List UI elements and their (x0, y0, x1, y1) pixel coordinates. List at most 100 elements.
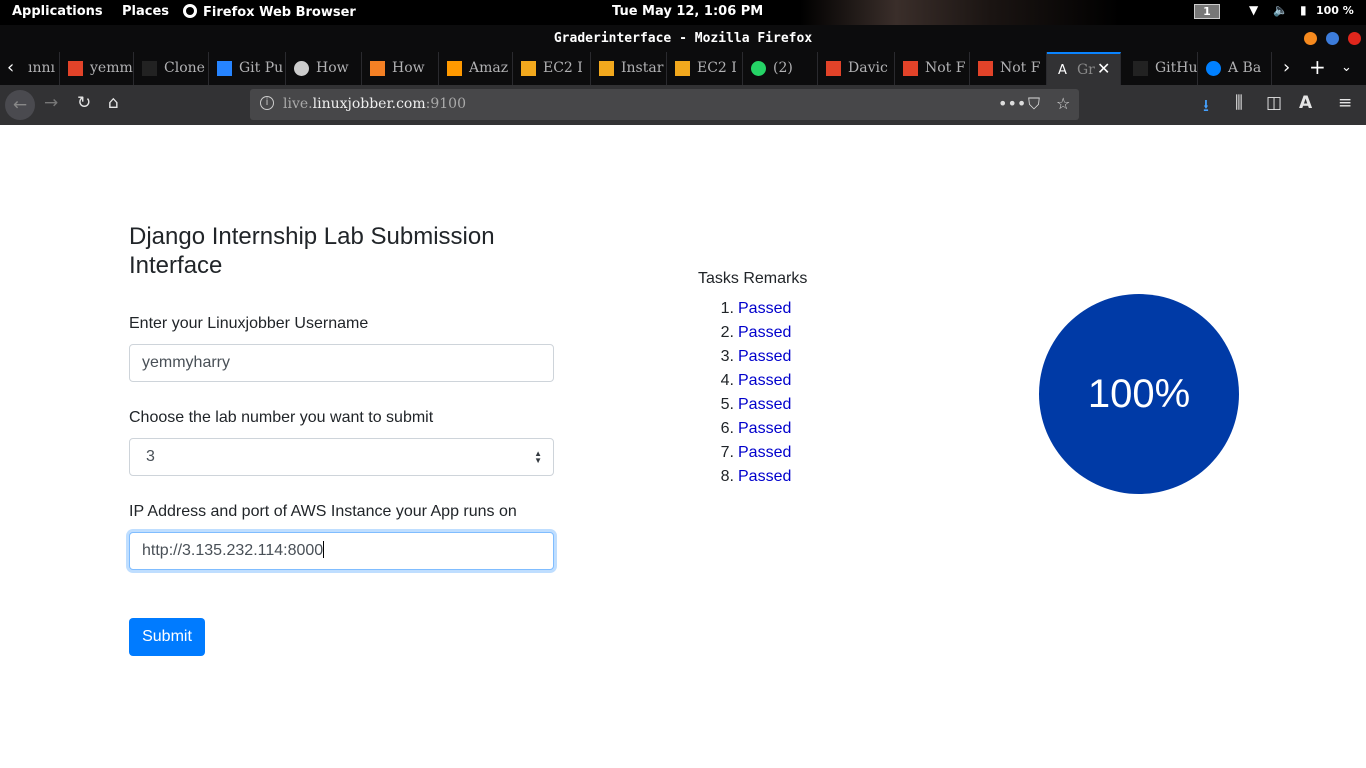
url-bar[interactable]: i live.linuxjobber.com:9100 ••• ⛉ ☆ (250, 89, 1079, 120)
page-title: Django Internship Lab Submission Interfa… (129, 223, 495, 279)
remark-item: 2. Passed (698, 322, 792, 346)
tab-label: How (316, 60, 349, 76)
aws-icon (447, 61, 462, 76)
url-text[interactable]: live.linuxjobber.com:9100 (283, 96, 466, 112)
grader-icon: A (1058, 63, 1067, 78)
browser-tab[interactable]: yemm (60, 52, 134, 85)
maximize-button[interactable] (1326, 32, 1339, 45)
remark-status-link[interactable]: Passed (738, 420, 791, 437)
browser-tab[interactable]: How (362, 52, 439, 85)
browser-tab[interactable]: Not F (895, 52, 970, 85)
remark-status-link[interactable]: Passed (738, 372, 791, 389)
clock[interactable]: Tue May 12, 1:06 PM (612, 4, 763, 19)
remark-status-link[interactable]: Passed (738, 444, 791, 461)
active-app-label: Firefox Web Browser (203, 5, 356, 20)
active-app-menu[interactable]: Firefox Web Browser (183, 4, 356, 20)
volume-icon[interactable]: 🔈 (1273, 3, 1288, 17)
github-icon (142, 61, 157, 76)
tab-label: EC2 I (697, 60, 737, 76)
pocket-icon[interactable]: ⛉ (1028, 94, 1040, 114)
remark-status-link[interactable]: Passed (738, 396, 791, 413)
bookmark-star-icon[interactable]: ☆ (1056, 94, 1070, 113)
stackoverflow-icon (370, 61, 385, 76)
ip-address-label: IP Address and port of AWS Instance your… (129, 503, 517, 520)
places-menu[interactable]: Places (122, 4, 169, 19)
username-label: Enter your Linuxjobber Username (129, 315, 369, 332)
tab-label: Not F (1000, 60, 1041, 76)
wifi-icon[interactable]: ▼ (1249, 3, 1258, 17)
browser-tab[interactable]: A Ba (1198, 52, 1272, 85)
browser-tab[interactable]: Not F (970, 52, 1047, 85)
window-title: Graderinterface - Mozilla Firefox (553, 31, 813, 46)
sidebar-icon[interactable]: ◫ (1266, 93, 1282, 113)
home-icon[interactable]: ⌂ (108, 93, 119, 113)
gitlab-icon (68, 61, 83, 76)
remark-status-link[interactable]: Passed (738, 300, 791, 317)
tab-label: EC2 I (543, 60, 583, 76)
url-port: :9100 (425, 96, 466, 112)
minimize-button[interactable] (1304, 32, 1317, 45)
browser-tab[interactable]: GitHu (1125, 52, 1198, 85)
remark-number: 1. (720, 300, 734, 317)
loading-icon (294, 61, 309, 76)
remark-number: 4. (720, 372, 734, 389)
tab-label: Git Pu (239, 60, 284, 76)
close-tab-icon[interactable]: ✕ (1097, 59, 1110, 78)
url-host: live. (283, 96, 313, 112)
page-actions-icon[interactable]: ••• (998, 94, 1026, 113)
browser-tab[interactable]: Amaz (439, 52, 513, 85)
browser-tab[interactable]: Git Pu (209, 52, 286, 85)
tab-label: A Ba (1228, 60, 1262, 76)
browser-tab[interactable]: How (286, 52, 362, 85)
remark-number: 7. (720, 444, 734, 461)
reload-icon[interactable]: ↻ (77, 93, 91, 113)
remark-item: 6. Passed (698, 418, 792, 442)
site-info-icon[interactable]: i (260, 96, 274, 110)
remark-status-link[interactable]: Passed (738, 348, 791, 365)
extension-a-icon[interactable]: A (1299, 93, 1312, 113)
atlassian-icon (217, 61, 232, 76)
tab-label: Davic (848, 60, 888, 76)
downloads-icon[interactable]: ⭳ (1203, 93, 1209, 122)
browser-tab[interactable]: Clone (134, 52, 209, 85)
remark-item: 8. Passed (698, 466, 792, 490)
tab-label: (2) (773, 60, 793, 76)
wallpaper-strip (800, 0, 1120, 25)
scroll-tabs-left-icon[interactable]: ‹ (7, 57, 14, 78)
browser-tab[interactable]: ınnı (22, 52, 60, 85)
lab-number-label: Choose the lab number you want to submit (129, 409, 434, 426)
browser-tab[interactable]: EC2 I (667, 52, 743, 85)
tab-label: ınnı (28, 60, 55, 76)
tab-label: Not F (925, 60, 966, 76)
remark-status-link[interactable]: Passed (738, 468, 791, 485)
tab-label: Amaz (469, 60, 509, 76)
tab-label: yemm (90, 60, 133, 76)
remark-status-link[interactable]: Passed (738, 324, 791, 341)
username-input[interactable]: yemmyharry (129, 344, 554, 382)
forward-arrow-icon[interactable]: → (44, 93, 58, 113)
url-domain: linuxjobber.com (312, 96, 426, 112)
hamburger-menu-icon[interactable]: ≡ (1338, 93, 1352, 113)
tab-list-chevron-down-icon[interactable]: ⌄ (1341, 60, 1352, 75)
browser-tab[interactable]: (2) (743, 52, 818, 85)
browser-tab[interactable]: EC2 I (513, 52, 591, 85)
close-window-button[interactable] (1348, 32, 1361, 45)
browser-tab[interactable]: Davic (818, 52, 895, 85)
submit-button[interactable]: Submit (129, 618, 205, 656)
remark-number: 8. (720, 468, 734, 485)
new-tab-icon[interactable]: + (1309, 55, 1326, 79)
tasks-remarks-list: 1. Passed 2. Passed 3. Passed 4. Passed 5. Passed… (698, 298, 792, 490)
library-icon[interactable]: ⫼ (1235, 93, 1243, 113)
battery-icon[interactable]: ▮ (1300, 3, 1307, 17)
system-top-bar: Applications Places Firefox Web Browser … (0, 0, 1366, 25)
workspace-indicator[interactable]: 1 (1194, 4, 1220, 19)
battery-percent: 100 % (1316, 4, 1354, 17)
remark-number: 5. (720, 396, 734, 413)
back-arrow-icon[interactable]: ← (5, 90, 35, 120)
lab-number-select[interactable]: 3 ▲ ▼ (129, 438, 554, 476)
browser-tab[interactable]: Instar (591, 52, 667, 85)
ip-address-value: http://3.135.232.114:8000 (142, 542, 324, 559)
scroll-tabs-right-icon[interactable]: › (1283, 57, 1290, 78)
ip-address-input[interactable]: http://3.135.232.114:8000 (129, 532, 554, 570)
applications-menu[interactable]: Applications (12, 4, 103, 19)
